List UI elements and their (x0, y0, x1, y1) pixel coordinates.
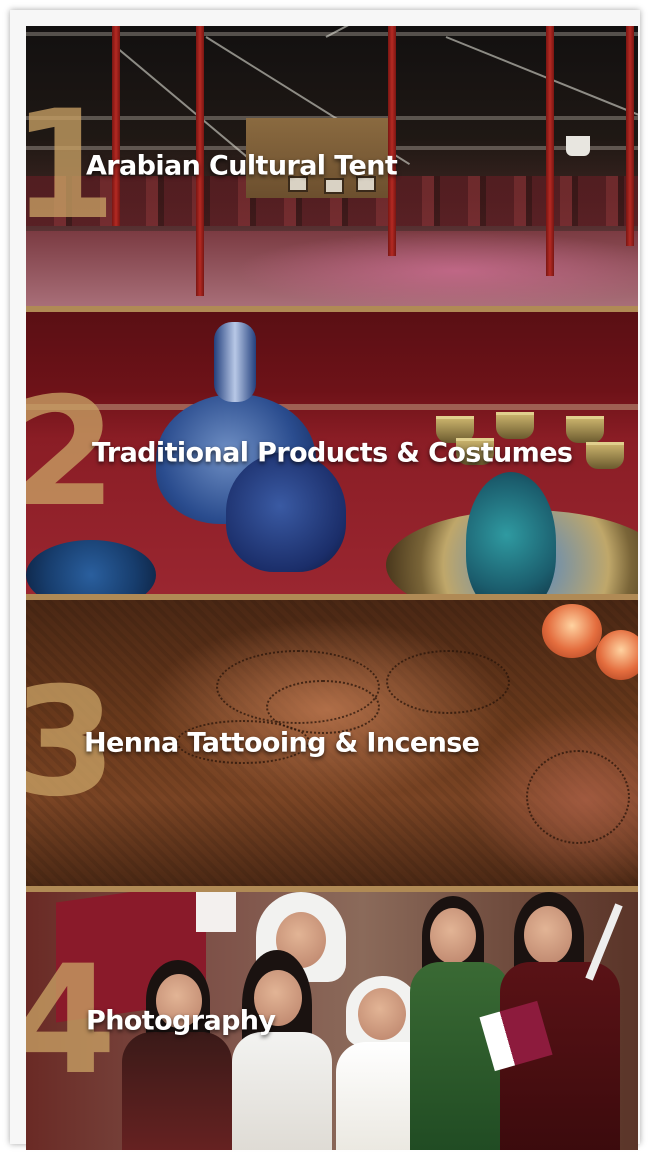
item-title: Traditional Products & Costumes (92, 437, 573, 469)
activity-card-henna-incense[interactable]: 3 Henna Tattooing & Incense (26, 600, 638, 886)
item-title: Arabian Cultural Tent (86, 150, 398, 182)
activity-list: 1 Arabian Cultural Tent 2 Traditional Pr… (26, 26, 638, 1150)
item-title: Photography (86, 1005, 276, 1037)
activity-card-photography[interactable]: 4 Photography (26, 892, 638, 1150)
item-title: Henna Tattooing & Incense (84, 727, 480, 759)
screenshot-frame: 1 Arabian Cultural Tent 2 Traditional Pr… (10, 10, 640, 1150)
activity-card-arabian-cultural-tent[interactable]: 1 Arabian Cultural Tent (26, 26, 638, 306)
activity-card-traditional-products[interactable]: 2 Traditional Products & Costumes (26, 312, 638, 594)
